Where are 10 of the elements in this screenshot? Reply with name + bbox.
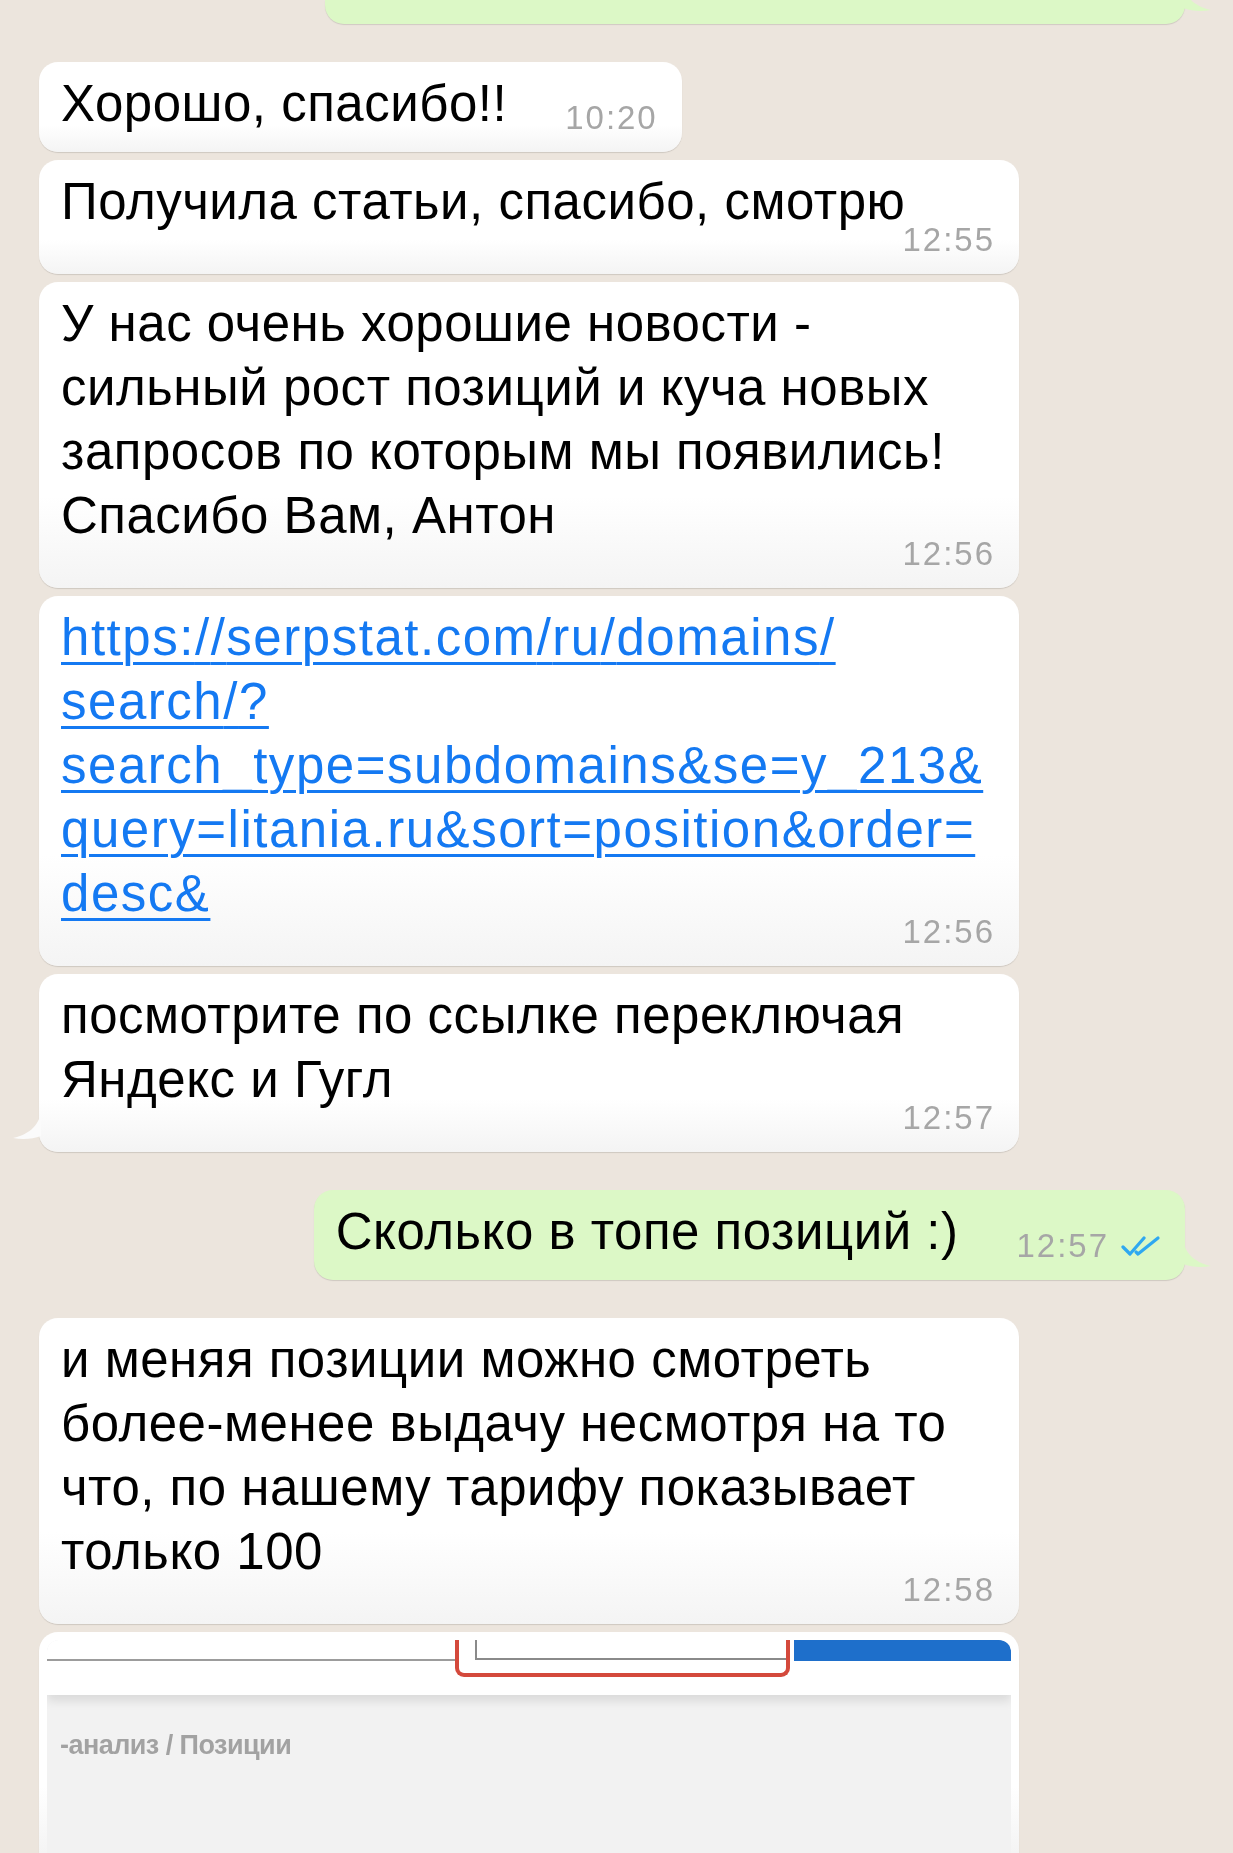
message-text: Хорошо, спасибо!! [61,74,508,134]
message-time: 12:58 [902,1572,995,1608]
message-time: 12:57 [1016,1228,1109,1264]
message-time: 12:56 [902,536,995,572]
message-time: 12:56 [902,914,995,950]
message-text: посмотрите по ссылке переключая Яндекс и Гугл [61,986,905,1110]
message-time: 10:20 [565,100,658,136]
breadcrumb: -анализ / Позиции [60,1729,292,1761]
message-text: Сколько в топе позиций :) [335,1202,959,1262]
message-time: 12:57 [902,1100,995,1136]
